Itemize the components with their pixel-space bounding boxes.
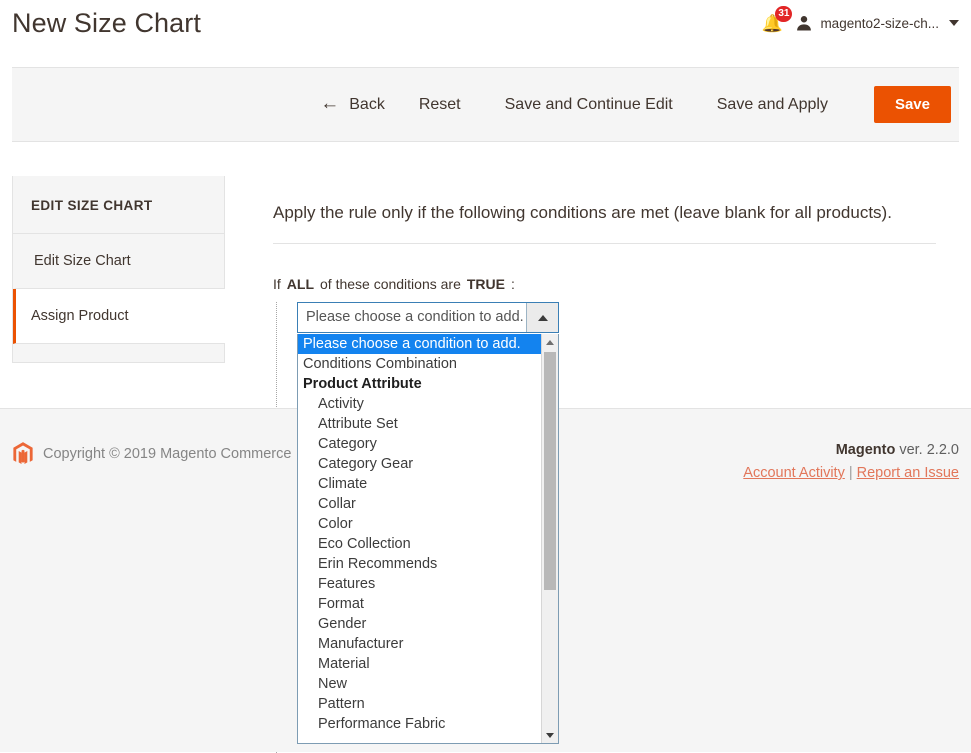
condition-option[interactable]: Features [298, 574, 541, 594]
conditions-note: Apply the rule only if the following con… [273, 142, 936, 244]
sidebar-item-assign-product[interactable]: Assign Product [13, 289, 225, 344]
notifications-count-badge: 31 [775, 6, 793, 22]
footer-right-block: Magento ver. 2.2.0 Account Activity | Repo… [743, 442, 959, 481]
chevron-down-icon [949, 20, 959, 26]
condition-option[interactable]: Erin Recommends [298, 554, 541, 574]
save-button[interactable]: Save [873, 86, 951, 123]
page-actions-toolbar: ← Back Reset Save and Continue Edit Save… [12, 67, 959, 142]
condition-select-dropdown[interactable]: Please choose a condition to add. Condit… [297, 334, 559, 744]
rule-aggregator-link[interactable]: ALL [287, 276, 314, 292]
conditions-content: Apply the rule only if the following con… [273, 142, 959, 753]
copyright-text: Copyright © 2019 Magento Commerce [43, 446, 292, 462]
magento-logo-icon [13, 442, 33, 464]
header-actions: 🔔 31 magento2-size-ch... [759, 6, 959, 36]
condition-option[interactable]: Attribute Set [298, 414, 541, 434]
condition-select-shell: Please choose a condition to add. Please… [297, 302, 559, 744]
sidebar-title: EDIT SIZE CHART [13, 176, 224, 234]
reset-button[interactable]: Reset [397, 88, 483, 122]
condition-option[interactable]: Performance Fabric [298, 714, 541, 734]
condition-select-toggle[interactable] [526, 303, 558, 332]
sidebar-item-label: Assign Product [31, 308, 129, 324]
page-main: EDIT SIZE CHART Edit Size Chart Assign P… [0, 142, 971, 753]
rule-value-link[interactable]: TRUE [467, 276, 505, 292]
scrollbar-thumb[interactable] [544, 352, 556, 590]
condition-option[interactable]: Color [298, 514, 541, 534]
sidebar-item-edit-size-chart[interactable]: Edit Size Chart [13, 234, 224, 289]
condition-option[interactable]: Climate [298, 474, 541, 494]
report-an-issue-link[interactable]: Report an Issue [857, 465, 959, 481]
brand-name: Magento [835, 442, 896, 458]
back-button-label: Back [349, 95, 385, 113]
page-title: New Size Chart [12, 8, 201, 38]
condition-option[interactable]: Conditions Combination [298, 354, 541, 374]
user-menu-button[interactable]: magento2-size-ch... [795, 14, 959, 32]
condition-option[interactable]: Pattern [298, 694, 541, 714]
user-avatar-icon [797, 16, 812, 31]
dropdown-scrollbar[interactable] [541, 334, 558, 743]
condition-select-value: Please choose a condition to add. [306, 309, 524, 325]
rule-conditions-tree: Please choose a condition to add. Please… [273, 302, 959, 753]
condition-option-group-label: Product Attribute [303, 376, 422, 392]
rule-suffix-label: : [511, 276, 515, 292]
footer-links: Account Activity | Report an Issue [743, 465, 959, 481]
condition-select[interactable]: Please choose a condition to add. [297, 302, 559, 333]
user-name-label: magento2-size-ch... [820, 15, 939, 31]
account-activity-link[interactable]: Account Activity [743, 465, 845, 481]
save-and-continue-edit-button[interactable]: Save and Continue Edit [483, 88, 695, 122]
scroll-up-arrow-icon[interactable] [542, 334, 558, 350]
condition-option[interactable]: New [298, 674, 541, 694]
version-line: Magento ver. 2.2.0 [743, 442, 959, 458]
notifications-button[interactable]: 🔔 31 [759, 6, 793, 36]
condition-option[interactable]: Gender [298, 614, 541, 634]
condition-option[interactable]: Please choose a condition to add. [298, 334, 541, 354]
condition-option[interactable]: Activity [298, 394, 541, 414]
condition-option[interactable]: Material [298, 654, 541, 674]
condition-option[interactable]: Eco Collection [298, 534, 541, 554]
rule-statement: If ALL of these conditions are TRUE: [273, 244, 959, 292]
save-and-apply-button[interactable]: Save and Apply [695, 88, 850, 122]
condition-option[interactable]: Category [298, 434, 541, 454]
condition-option[interactable]: Category Gear [298, 454, 541, 474]
condition-option-list[interactable]: Please choose a condition to add. Condit… [298, 334, 541, 743]
version-label: ver. 2.2.0 [899, 442, 959, 458]
triangle-up-icon [537, 314, 548, 321]
copyright-block: Copyright © 2019 Magento Commerce [12, 442, 291, 466]
footer-link-separator: | [848, 465, 853, 481]
condition-option[interactable]: Format [298, 594, 541, 614]
sidebar-item-label: Edit Size Chart [34, 253, 131, 269]
scroll-down-arrow-icon[interactable] [542, 727, 558, 743]
page-header: New Size Chart 🔔 31 magento2-size-ch... [0, 0, 971, 57]
rule-prefix-label: If [273, 276, 281, 292]
rule-middle-label: of these conditions are [320, 276, 461, 292]
condition-option[interactable]: Collar [298, 494, 541, 514]
condition-option[interactable]: Manufacturer [298, 634, 541, 654]
sidebar-filler [13, 344, 224, 362]
edit-size-chart-sidebar: EDIT SIZE CHART Edit Size Chart Assign P… [12, 176, 225, 363]
back-button[interactable]: ← Back [308, 88, 397, 122]
arrow-left-icon: ← [320, 93, 340, 114]
